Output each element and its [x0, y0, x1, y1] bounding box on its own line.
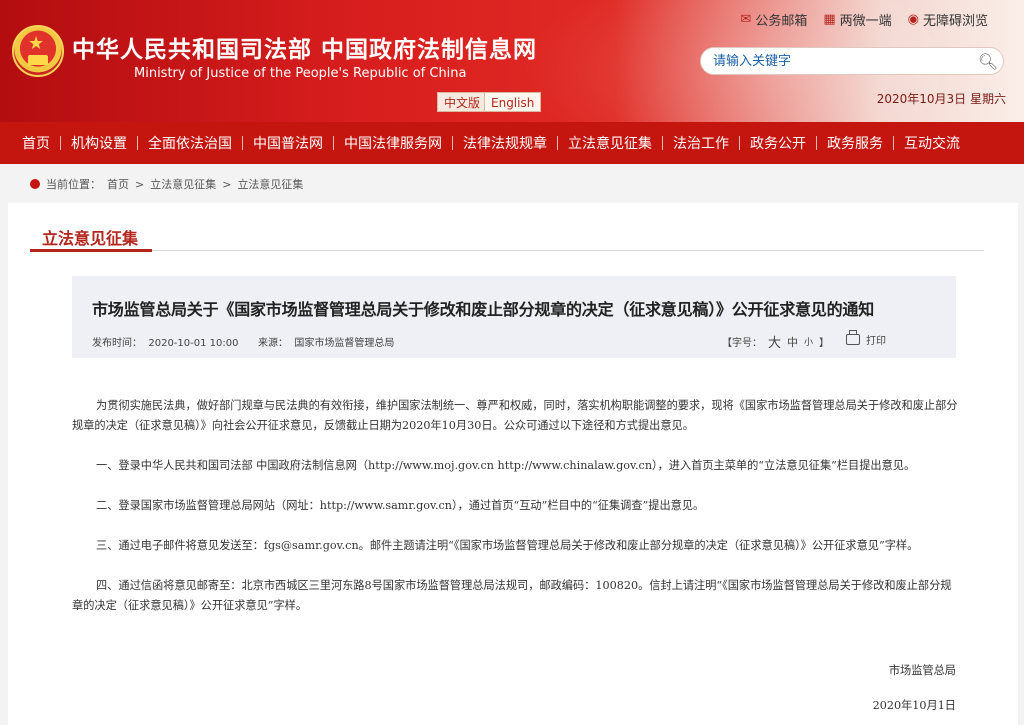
signature-date: 2020年10月1日: [872, 699, 956, 712]
publish-time: 发布时间： 2020-10-01 10:00: [92, 338, 239, 349]
section-divider: [30, 250, 984, 251]
site-title-cn[interactable]: 中华人民共和国司法部 中国政府法制信息网: [72, 30, 537, 64]
nav-item-laws[interactable]: 法律法规规章: [453, 133, 557, 153]
eye-icon: ◉: [907, 12, 919, 27]
printer-icon: [846, 330, 860, 345]
nav-item-legal-work[interactable]: 法治工作: [663, 133, 739, 153]
article-paragraph: 三、通过电子邮件将意见发送至：fgs@samr.gov.cn。邮件主题请注明“《…: [96, 539, 919, 552]
national-emblem-logo: ★: [12, 25, 64, 77]
gate-icon: [28, 55, 48, 65]
article-body: 为贯彻实施民法典，做好部门规章与民法典的有效衔接，维护国家法制统一、尊严和权威，…: [72, 396, 958, 636]
nav-item-gov-service[interactable]: 政务服务: [817, 133, 893, 153]
article-source: 来源： 国家市场监督管理总局: [258, 338, 395, 349]
breadcrumb-section[interactable]: 立法意见征集: [150, 176, 216, 192]
main-nav: 首页 机构设置 全面依法治国 中国普法网 中国法律服务网 法律法规规章 立法意见…: [0, 122, 1024, 164]
accessible-browse-link[interactable]: ◉ 无障碍浏览: [908, 10, 988, 29]
font-size-control: 【字号： 大 中 小 】: [722, 332, 829, 352]
section-underline: [30, 249, 152, 252]
search-input[interactable]: [701, 48, 973, 74]
search-icon[interactable]: 🔍︎: [973, 48, 1003, 74]
article-paragraph: 为贯彻实施民法典，做好部门规章与民法典的有效衔接，维护国家法制统一、尊严和权威，…: [72, 399, 958, 432]
nav-item-gov-public[interactable]: 政务公开: [740, 133, 816, 153]
mail-icon: ✉: [740, 12, 752, 27]
breadcrumb-home[interactable]: 首页: [107, 176, 129, 192]
nav-item-rule-of-law[interactable]: 全面依法治国: [138, 133, 242, 153]
nav-item-legal-service[interactable]: 中国法律服务网: [334, 133, 452, 153]
font-size-medium[interactable]: 中: [787, 334, 798, 350]
article-title: 市场监管总局关于《国家市场监督管理总局关于修改和废止部分规章的决定（征求意见稿）…: [92, 300, 875, 319]
article-paragraph: 四、通过信函将意见邮寄至：北京市西城区三里河东路8号国家市场监督管理总局法规司，…: [72, 579, 952, 612]
grid-icon: ▦: [823, 12, 836, 27]
nav-item-interaction[interactable]: 互动交流: [894, 133, 970, 153]
breadcrumb-current[interactable]: 立法意见征集: [237, 176, 303, 192]
search-box: 🔍︎: [700, 47, 1004, 75]
official-mail-link[interactable]: ✉ 公务邮箱: [740, 10, 807, 29]
star-icon: ★: [28, 33, 45, 54]
lang-cn-button[interactable]: 中文版: [437, 92, 488, 112]
nav-item-pufa[interactable]: 中国普法网: [243, 133, 333, 153]
section-title: 立法意见征集: [42, 229, 139, 248]
location-icon: [30, 179, 40, 189]
breadcrumb: 当前位置： 首页 > 立法意见征集 > 立法意见征集: [30, 176, 303, 192]
weibo-wechat-link[interactable]: ▦ 两微一端: [823, 10, 891, 29]
font-size-small[interactable]: 小: [804, 335, 813, 348]
nav-item-organization[interactable]: 机构设置: [61, 133, 137, 153]
signature-org: 市场监管总局: [888, 664, 956, 677]
font-size-large[interactable]: 大: [768, 332, 781, 351]
nav-item-opinion[interactable]: 立法意见征集: [558, 133, 662, 153]
top-links: ✉ 公务邮箱 ▦ 两微一端 ◉ 无障碍浏览: [740, 10, 988, 29]
nav-item-home[interactable]: 首页: [12, 133, 60, 153]
lang-en-button[interactable]: English: [484, 92, 542, 112]
current-date: 2020年10月3日 星期六: [876, 92, 1006, 106]
article-paragraph: 二、登录国家市场监督管理总局网站（网址：http://www.samr.gov.…: [96, 499, 705, 512]
article-paragraph: 一、登录中华人民共和国司法部 中国政府法制信息网（http://www.moj.…: [96, 459, 916, 472]
print-button[interactable]: 打印: [846, 330, 886, 347]
site-title-en: Ministry of Justice of the People's Repu…: [134, 66, 467, 81]
